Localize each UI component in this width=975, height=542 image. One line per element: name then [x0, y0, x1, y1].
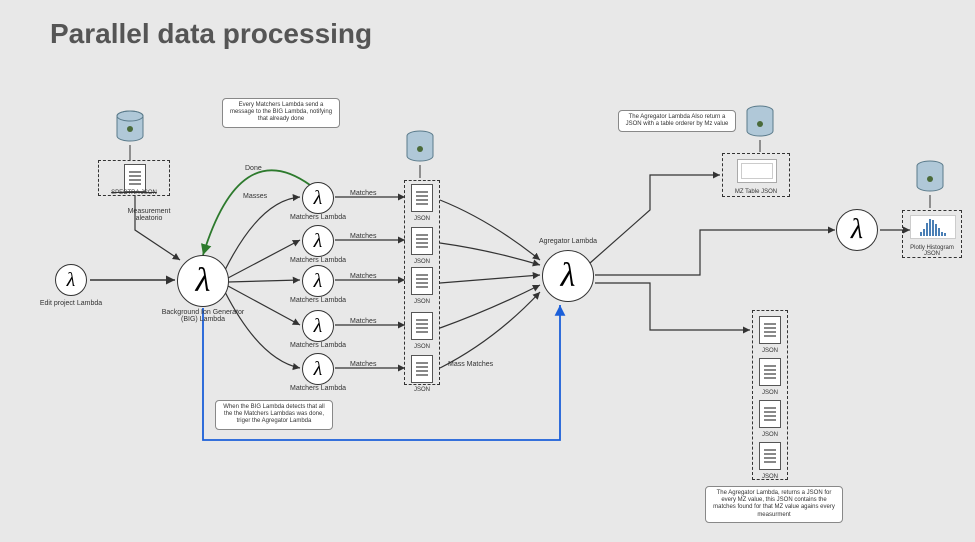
json-doc: JSON [411, 227, 433, 255]
json-label: JSON [762, 390, 778, 396]
json-label: JSON [414, 387, 430, 393]
big-lambda: λ Background Ion Generator (BIG) Lambda [177, 255, 229, 307]
lambda-icon: λ [302, 265, 334, 297]
document-icon [759, 358, 781, 386]
document-icon [411, 184, 433, 212]
matchers-lambda-label: Matchers Lambda [273, 257, 363, 264]
histogram-thumb-icon [910, 215, 956, 239]
edit-project-lambda: λ Edit project Lambda [55, 264, 87, 296]
edge-label-matches: Matches [350, 361, 376, 368]
document-icon [411, 355, 433, 383]
edge-label-masses: Masses [243, 193, 267, 200]
document-icon [411, 312, 433, 340]
database-icon [745, 105, 775, 139]
document-icon [124, 164, 146, 192]
matchers-lambda-4: λ Matchers Lambda [302, 310, 334, 342]
table-thumb-icon [737, 159, 777, 183]
matchers-lambda-5: λ Matchers Lambda [302, 353, 334, 385]
database-icon [405, 130, 435, 164]
json-label: JSON [414, 259, 430, 265]
mz-table-box: MZ Table JSON [722, 153, 790, 197]
matchers-lambda-label: Matchers Lambda [273, 214, 363, 221]
edge-label-matches: Matches [350, 190, 376, 197]
agregator-lambda-label: Agregator Lambda [523, 238, 613, 245]
json-doc: JSON [411, 184, 433, 212]
spectra-json-box: SPECTRA JSON [98, 160, 170, 196]
lambda-icon: λ [302, 225, 334, 257]
json-label: JSON [762, 432, 778, 438]
edge-label-matches: Matches [350, 233, 376, 240]
lambda-icon: λ [55, 264, 87, 296]
json-doc: JSON [411, 312, 433, 340]
mz-table-label: MZ Table JSON [723, 189, 789, 195]
big-lambda-label: Background Ion Generator (BIG) Lambda [158, 309, 248, 323]
json-out-doc: JSON [759, 400, 781, 428]
edge-label-matches: Matches [350, 273, 376, 280]
document-icon [759, 442, 781, 470]
edge-label-mass-matches: Mass Matches [448, 361, 493, 368]
note-mz-table: The Agregator Lambda Also return a JSON … [618, 110, 736, 132]
edge-label-matches: Matches [350, 318, 376, 325]
document-icon [759, 400, 781, 428]
lambda-icon: λ [177, 255, 229, 307]
output-lambda: λ [836, 209, 878, 251]
json-label: JSON [762, 348, 778, 354]
json-label: JSON [414, 216, 430, 222]
document-icon [411, 227, 433, 255]
spectra-json-label: SPECTRA JSON [99, 190, 169, 196]
json-out-doc: JSON [759, 358, 781, 386]
matchers-lambda-1: λ Matchers Lambda [302, 182, 334, 214]
lambda-icon: λ [302, 182, 334, 214]
matchers-lambda-label: Matchers Lambda [273, 297, 363, 304]
json-label: JSON [762, 474, 778, 480]
plotly-histogram-label: Plotly Histogram JSON [903, 245, 961, 257]
agregator-lambda: λ Agregator Lambda [542, 250, 594, 302]
edge-label-measurement: Measurement aleatorio [124, 208, 174, 222]
plotly-histogram-box: Plotly Histogram JSON [902, 210, 962, 258]
matchers-lambda-2: λ Matchers Lambda [302, 225, 334, 257]
matchers-lambda-3: λ Matchers Lambda [302, 265, 334, 297]
document-icon [759, 316, 781, 344]
json-doc: JSON [411, 355, 433, 383]
edit-project-lambda-label: Edit project Lambda [26, 300, 116, 307]
note-trigger-agregator: When the BIG Lambda detects that all the… [215, 400, 333, 430]
note-matchers-done: Every Matchers Lambda send a message to … [222, 98, 340, 128]
matchers-lambda-label: Matchers Lambda [273, 385, 363, 392]
lambda-icon: λ [836, 209, 878, 251]
note-json-per-mz: The Agregator Lambda, returns a JSON for… [705, 486, 843, 523]
lambda-icon: λ [542, 250, 594, 302]
lambda-icon: λ [302, 310, 334, 342]
json-doc: JSON [411, 267, 433, 295]
database-icon [115, 110, 145, 144]
edge-label-done: Done [245, 165, 262, 172]
json-out-doc: JSON [759, 316, 781, 344]
matchers-lambda-label: Matchers Lambda [273, 342, 363, 349]
json-label: JSON [414, 299, 430, 305]
page-title: Parallel data processing [50, 18, 372, 50]
document-icon [411, 267, 433, 295]
json-out-doc: JSON [759, 442, 781, 470]
connector-wires [0, 0, 975, 542]
lambda-icon: λ [302, 353, 334, 385]
json-label: JSON [414, 344, 430, 350]
database-icon [915, 160, 945, 194]
